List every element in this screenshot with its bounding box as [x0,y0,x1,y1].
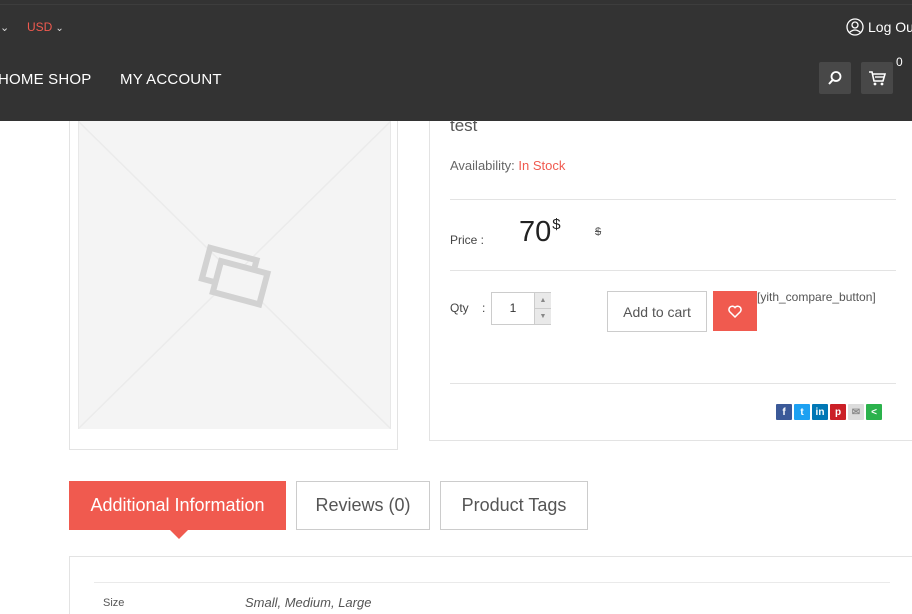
email-icon[interactable]: ✉ [848,404,864,420]
qty-colon: : [482,301,486,315]
heart-icon [728,305,742,318]
divider [450,383,896,384]
cart-icon [869,71,886,86]
quantity-decrease-button[interactable]: ▼ [534,309,551,324]
price-currency: $ [552,216,561,233]
old-price: $ [595,226,602,238]
quantity-input[interactable]: 1 [492,293,534,324]
attribute-value: Small, Medium, Large [245,595,372,610]
table-divider [94,582,890,583]
share-icons: f t in p ✉ < [776,404,882,420]
nav-my-account[interactable]: MY ACCOUNT [120,71,222,88]
cart-count: 0 [896,55,903,69]
search-button[interactable] [819,62,851,94]
cart-button[interactable] [861,62,893,94]
placeholder-image-icon [77,120,392,430]
divider [450,199,896,200]
site-header [0,0,912,121]
active-tab-indicator [170,530,188,539]
product-title: test [450,116,478,135]
price-amount: 70 [519,216,552,248]
quantity-stepper[interactable]: 1 ▲ ▼ [491,292,551,325]
search-icon [828,71,842,85]
add-to-cart-button[interactable]: Add to cart [607,291,707,332]
facebook-icon[interactable]: f [776,404,792,420]
linkedin-icon[interactable]: in [812,404,828,420]
availability: Availability: In Stock [450,158,565,173]
wishlist-button[interactable] [713,291,757,331]
chevron-down-icon: ▼ [539,313,547,320]
chevron-down-icon[interactable]: ⌄ [0,21,9,34]
product-image-frame [69,120,398,450]
price-label: Price : [450,233,485,247]
chevron-down-icon: ⌄ [55,23,64,34]
share-icon[interactable]: < [866,404,882,420]
twitter-icon[interactable]: t [794,404,810,420]
user-icon [846,18,864,36]
currency-label: USD [27,20,53,34]
tab-reviews[interactable]: Reviews (0) [296,481,430,530]
qty-label: Qty [450,301,469,315]
logout-label: Log Out [868,19,912,35]
tab-additional-information[interactable]: Additional Information [69,481,286,530]
chevron-up-icon: ▲ [539,297,547,304]
attribute-name: Size [103,597,125,609]
quantity-increase-button[interactable]: ▲ [534,293,551,309]
tab-panel [69,556,912,614]
product-image-placeholder[interactable] [77,120,392,430]
divider [450,270,896,271]
header-divider [0,4,912,5]
currency-selector[interactable]: USD ⌄ [27,20,64,34]
pinterest-icon[interactable]: p [830,404,846,420]
tab-product-tags[interactable]: Product Tags [440,481,588,530]
price-value: 70$ [519,216,561,249]
logout-link[interactable]: Log Out [846,18,912,36]
nav-home-shop[interactable]: HOME SHOP [0,71,91,88]
availability-label: Availability: [450,158,515,173]
stock-status: In Stock [518,158,566,173]
compare-shortcode-text: [yith_compare_button] [757,290,876,304]
